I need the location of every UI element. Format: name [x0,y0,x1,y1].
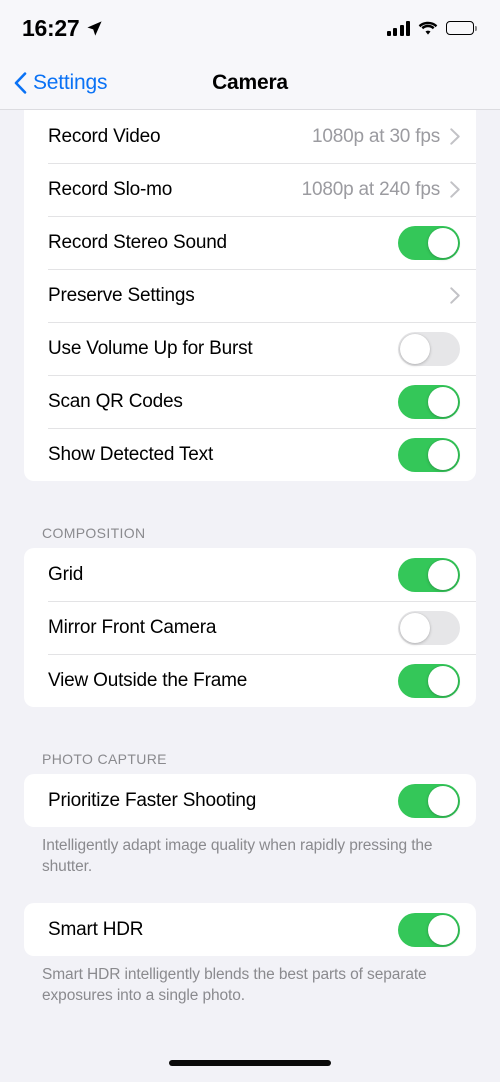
toggle-knob [428,785,458,816]
settings-row[interactable]: Use Volume Up for Burst [24,322,476,375]
settings-row-label: Preserve Settings [48,284,195,306]
toggle-switch[interactable] [398,912,460,947]
toggle-switch[interactable] [398,384,460,419]
settings-row[interactable]: Grid [24,548,476,601]
toggle-knob [428,439,458,470]
settings-row[interactable]: Prioritize Faster Shooting [24,774,476,827]
settings-list[interactable]: Record Video 1080p at 30 fps Record Slo-mo… [0,110,500,1042]
toggle-knob [428,914,458,945]
settings-row-label: View Outside the Frame [48,669,248,691]
toggle-knob [428,386,458,417]
settings-row[interactable]: Show Detected Text [24,428,476,481]
settings-row[interactable]: Record Stereo Sound [24,216,476,269]
location-arrow-icon [87,20,102,36]
battery-icon [446,21,477,35]
settings-row-label: Show Detected Text [48,443,214,465]
camera-settings-screen: 16:27 Settings Camera Record Video 1080p… [0,0,500,1082]
settings-row-value: 1080p at 30 fps [312,125,440,147]
page-title: Camera [212,70,288,94]
toggle-knob [400,333,430,364]
chevron-left-icon [14,72,27,94]
chevron-right-icon [450,128,460,145]
toggle-switch[interactable] [398,610,460,645]
settings-row-label: Record Slo-mo [48,178,173,200]
settings-row[interactable]: View Outside the Frame [24,654,476,707]
toggle-switch[interactable] [398,783,460,818]
back-button-label: Settings [33,71,108,94]
settings-row[interactable]: Record Video 1080p at 30 fps [24,110,476,163]
toggle-switch[interactable] [398,663,460,698]
toggle-switch[interactable] [398,557,460,592]
status-bar: 16:27 [0,0,500,56]
settings-row[interactable]: Preserve Settings [24,269,476,322]
cellular-bars-icon [386,20,410,36]
navigation-bar: Settings Camera [0,56,500,110]
settings-row-label: Prioritize Faster Shooting [48,789,257,811]
chevron-right-icon [450,287,460,304]
status-bar-time: 16:27 [22,14,80,41]
settings-row[interactable]: Smart HDR [24,903,476,956]
settings-row-value: 1080p at 240 fps [301,178,441,200]
settings-group: Prioritize Faster Shooting [24,774,476,827]
home-indicator[interactable] [169,1060,331,1066]
settings-row-label: Grid [48,563,84,585]
settings-row[interactable]: Record Slo-mo 1080p at 240 fps [24,163,476,216]
section-header: COMPOSITION [42,525,146,541]
toggle-switch[interactable] [398,331,460,366]
settings-row-label: Record Stereo Sound [48,231,227,253]
toggle-knob [428,227,458,258]
settings-row[interactable]: Mirror Front Camera [24,601,476,654]
toggle-knob [400,612,430,643]
toggle-knob [428,665,458,696]
settings-group: Record Video 1080p at 30 fps Record Slo-mo… [24,110,476,481]
toggle-knob [428,559,458,590]
chevron-right-icon [450,181,460,198]
status-bar-left: 16:27 [22,15,103,42]
settings-row-label: Smart HDR [48,918,144,940]
section-footer: Smart HDR intelligently blends the best … [42,966,427,1004]
settings-row[interactable]: Scan QR Codes [24,375,476,428]
status-bar-right [386,20,477,36]
wifi-icon [418,21,438,35]
settings-group: Grid Mirror Front Camera View Outside the … [24,548,476,707]
settings-row-label: Record Video [48,125,161,147]
back-button[interactable]: Settings [14,56,107,110]
settings-row-label: Mirror Front Camera [48,616,217,638]
settings-group: Smart HDR [24,903,476,957]
section-header: PHOTO CAPTURE [42,751,167,767]
toggle-switch[interactable] [398,437,460,472]
toggle-switch[interactable] [398,225,460,260]
settings-row-label: Use Volume Up for Burst [48,337,253,359]
section-footer: Intelligently adapt image quality when r… [42,837,433,875]
settings-row-label: Scan QR Codes [48,390,183,412]
